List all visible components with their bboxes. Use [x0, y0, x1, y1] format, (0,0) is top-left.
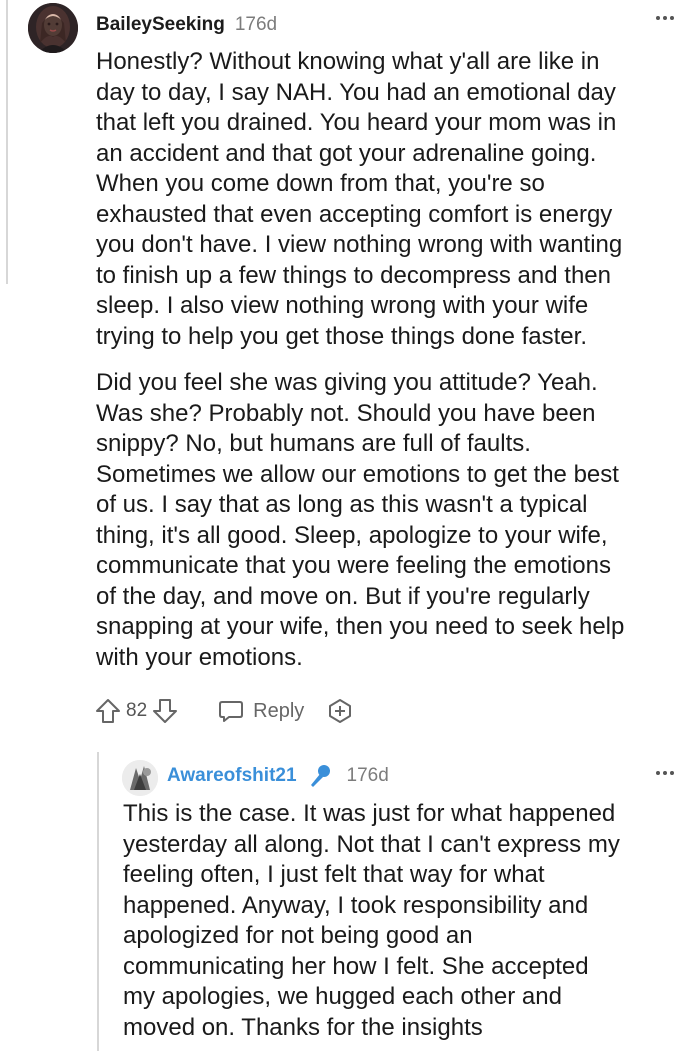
username[interactable]: Awareofshit21 — [167, 765, 297, 787]
reply-bubble-icon — [217, 697, 245, 725]
comment-meta: BaileySeeking 176d — [96, 14, 277, 36]
comment-paragraph: Did you feel she was giving you attitude… — [96, 369, 625, 671]
comment-actions: 82 Reply — [94, 696, 354, 726]
avatar[interactable] — [28, 3, 78, 53]
more-options-icon[interactable] — [656, 16, 674, 20]
avatar[interactable] — [122, 760, 158, 796]
vote-count: 82 — [126, 700, 148, 721]
comment-paragraph: Honestly? Without knowing what y'all are… — [96, 48, 623, 350]
timestamp: 176d — [234, 14, 278, 35]
reply-meta: Awareofshit21 176d — [167, 764, 389, 788]
upvote-icon[interactable] — [94, 697, 122, 725]
downvote-icon[interactable] — [151, 697, 179, 725]
award-plus-icon — [326, 697, 354, 725]
reply-label: Reply — [253, 699, 305, 722]
reply-button[interactable]: Reply — [217, 697, 304, 725]
microphone-badge-icon — [307, 763, 333, 789]
award-button[interactable] — [326, 697, 354, 725]
comment-thread: BaileySeeking 176d Honestly? Without kno… — [0, 0, 700, 1051]
more-options-icon[interactable] — [656, 771, 674, 775]
reply-body: This is the case. It was just for what h… — [123, 800, 620, 1041]
timestamp: 176d — [346, 765, 389, 786]
thread-line[interactable] — [6, 0, 8, 284]
reply-thread-line[interactable] — [97, 752, 99, 1051]
username[interactable]: BaileySeeking — [96, 14, 225, 36]
